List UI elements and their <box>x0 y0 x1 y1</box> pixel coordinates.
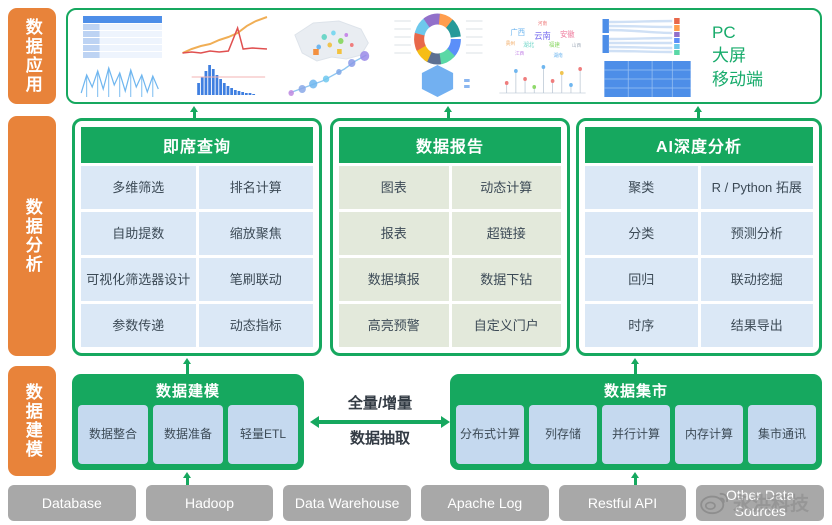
panel-cell[interactable]: 可视化筛选器设计 <box>81 258 196 301</box>
source-data-warehouse[interactable]: Data Warehouse <box>283 485 412 521</box>
donut-chart-thumbnail <box>387 13 488 99</box>
svg-text:湖南: 湖南 <box>554 52 563 59</box>
rail-data-modeling: 数据建模 <box>8 366 56 476</box>
map-chart-thumbnail <box>282 13 383 99</box>
extract-bottom-label: 数据抽取 <box>349 430 410 447</box>
data-table-thumbnail <box>72 13 173 99</box>
panel-title: 数据报告 <box>339 127 561 163</box>
thumbnail-strip: 广西 云南 安徽 湖北 福建 贵州 河南 山西 江西 湖南 <box>68 10 702 102</box>
device-large-screen: 大屏 <box>712 46 746 66</box>
rail-label: 数据建模 <box>22 383 42 459</box>
panel-cell[interactable]: 预测分析 <box>700 212 813 255</box>
mart-cell[interactable]: 分布式计算 <box>456 405 524 464</box>
panel-cell[interactable]: 缩放聚焦 <box>198 212 313 255</box>
extract-top-label: 全量/增量 <box>347 395 413 413</box>
rail-label: 数据分析 <box>22 198 42 274</box>
panel-cell[interactable]: 时序 <box>585 304 698 347</box>
connector-arrow-modeling-to-analysis <box>183 358 192 374</box>
panel-cell[interactable]: 排名计算 <box>198 166 313 209</box>
svg-text:江西: 江西 <box>515 50 524 57</box>
svg-text:湖北: 湖北 <box>523 41 534 49</box>
box-title: 数据建模 <box>155 383 220 400</box>
word-cloud-thumbnail: 广西 云南 安徽 湖北 福建 贵州 河南 山西 江西 湖南 <box>492 13 593 99</box>
source-restful-api[interactable]: Restful API <box>558 485 687 521</box>
panel-cell-grid: 聚类 R / Python 拓展 分类 预测分析 回归 联动挖掘 时序 结果导出 <box>585 166 813 347</box>
svg-text:安徽: 安徽 <box>560 29 575 39</box>
box-cell-row: 分布式计算 列存储 并行计算 内存计算 集市通讯 <box>456 405 816 464</box>
svg-text:贵州: 贵州 <box>506 40 515 47</box>
device-pc: PC <box>712 22 736 42</box>
mart-cell[interactable]: 列存储 <box>529 405 597 464</box>
device-target-list: PC 大屏 移动端 <box>702 10 820 102</box>
panel-title: 即席查询 <box>81 127 313 163</box>
architecture-diagram: 数据应用 数据分析 数据建模 广西 云南 安徽 湖北 福建 贵州 河南 山西 江… <box>0 0 832 525</box>
panel-cell[interactable]: 自助提数 <box>81 212 196 255</box>
panel-cell[interactable]: 动态指标 <box>198 304 313 347</box>
box-title: 数据集市 <box>603 383 668 400</box>
source-database[interactable]: Database <box>8 485 136 521</box>
panel-ad-hoc-query: 即席查询 多维筛选 排名计算 自助提数 缩放聚焦 可视化筛选器设计 笔刷联动 参… <box>72 118 322 356</box>
mart-cell[interactable]: 内存计算 <box>675 405 743 464</box>
panel-data-report: 数据报告 图表 动态计算 报表 超链接 数据填报 数据下钻 高亮预警 自定义门户 <box>330 118 570 356</box>
panel-cell-grid: 多维筛选 排名计算 自助提数 缩放聚焦 可视化筛选器设计 笔刷联动 参数传递 动… <box>81 166 313 347</box>
panel-cell[interactable]: 笔刷联动 <box>198 258 313 301</box>
panel-cell[interactable]: 联动挖掘 <box>700 258 813 301</box>
modeling-cell[interactable]: 轻量ETL <box>228 405 298 464</box>
panel-cell[interactable]: 报表 <box>339 212 449 255</box>
panel-cell[interactable]: 分类 <box>585 212 698 255</box>
panel-cell[interactable]: 高亮预警 <box>339 304 449 347</box>
panel-cell[interactable]: 结果导出 <box>700 304 813 347</box>
modeling-cell[interactable]: 数据整合 <box>78 405 148 464</box>
panel-cell[interactable]: 多维筛选 <box>81 166 196 209</box>
panel-cell[interactable]: 动态计算 <box>451 166 561 209</box>
bidirectional-arrow-icon <box>310 415 450 429</box>
svg-text:云南: 云南 <box>534 30 551 41</box>
panel-cell[interactable]: R / Python 拓展 <box>700 166 813 209</box>
panel-cell[interactable]: 回归 <box>585 258 698 301</box>
svg-text:河南: 河南 <box>538 20 547 27</box>
panel-title: AI深度分析 <box>585 127 813 163</box>
source-other-data-sources[interactable]: Other Data Sources <box>696 485 825 521</box>
panel-cell[interactable]: 自定义门户 <box>451 304 561 347</box>
modeling-cell[interactable]: 数据准备 <box>153 405 223 464</box>
mart-cell[interactable]: 并行计算 <box>602 405 670 464</box>
rail-data-application: 数据应用 <box>8 8 56 104</box>
source-hadoop[interactable]: Hadoop <box>145 485 274 521</box>
data-extraction-arrow-group: 全量/增量 数据抽取 <box>310 374 450 470</box>
sankey-chart-thumbnail <box>597 13 698 99</box>
panel-cell[interactable]: 数据填报 <box>339 258 449 301</box>
data-source-row: Database Hadoop Data Warehouse Apache Lo… <box>8 485 825 521</box>
box-data-mart: 数据集市 分布式计算 列存储 并行计算 内存计算 集市通讯 <box>450 374 822 470</box>
panel-ai-deep-analysis: AI深度分析 聚类 R / Python 拓展 分类 预测分析 回归 联动挖掘 … <box>576 118 822 356</box>
rail-label: 数据应用 <box>22 18 42 94</box>
panel-cell[interactable]: 参数传递 <box>81 304 196 347</box>
panel-cell[interactable]: 超链接 <box>451 212 561 255</box>
box-cell-row: 数据整合 数据准备 轻量ETL <box>78 405 298 464</box>
line-chart-thumbnail <box>177 13 278 99</box>
svg-text:广西: 广西 <box>510 27 525 37</box>
panel-cell[interactable]: 图表 <box>339 166 449 209</box>
panel-cell-grid: 图表 动态计算 报表 超链接 数据填报 数据下钻 高亮预警 自定义门户 <box>339 166 561 347</box>
box-data-modeling: 数据建模 数据整合 数据准备 轻量ETL <box>72 374 304 470</box>
svg-text:福建: 福建 <box>549 41 560 49</box>
panel-cell[interactable]: 数据下钻 <box>451 258 561 301</box>
mart-cell[interactable]: 集市通讯 <box>748 405 816 464</box>
application-band: 广西 云南 安徽 湖北 福建 贵州 河南 山西 江西 湖南 PC 大屏 移动端 <box>66 8 822 104</box>
device-mobile: 移动端 <box>712 69 763 89</box>
source-apache-log[interactable]: Apache Log <box>421 485 549 521</box>
connector-arrow-mart-to-analysis <box>631 358 640 374</box>
svg-text:山西: 山西 <box>572 42 581 49</box>
panel-cell[interactable]: 聚类 <box>585 166 698 209</box>
rail-data-analysis: 数据分析 <box>8 116 56 356</box>
